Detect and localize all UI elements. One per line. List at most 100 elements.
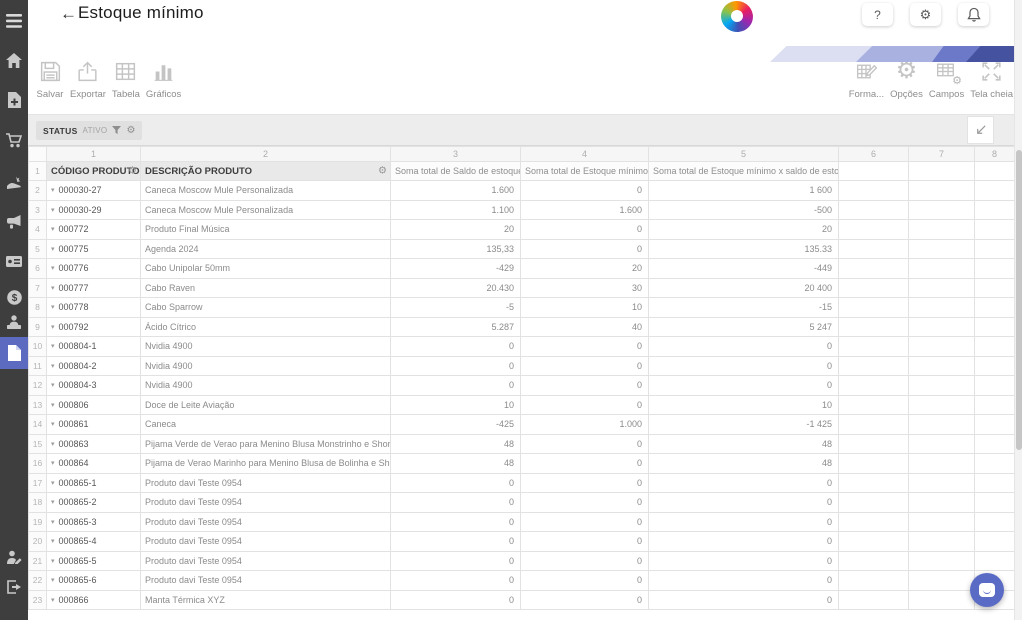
dropdown-icon[interactable]: ▾	[51, 558, 55, 565]
empty-cell[interactable]	[974, 316, 1014, 337]
min-stock-cell[interactable]: 1.000	[520, 414, 649, 435]
empty-cell[interactable]	[908, 550, 975, 571]
column-number[interactable]: 6	[838, 146, 909, 162]
empty-cell[interactable]	[838, 238, 909, 259]
stock-balance-cell[interactable]: 48	[390, 433, 521, 454]
product-description-cell[interactable]: Nvidia 4900	[140, 375, 391, 396]
row-number[interactable]: 2	[28, 180, 47, 201]
sidebar-item-new-document[interactable]	[0, 92, 28, 108]
dropdown-icon[interactable]: ▾	[51, 285, 55, 292]
dropdown-icon[interactable]: ▾	[51, 226, 55, 233]
dropdown-icon[interactable]: ▾	[51, 480, 55, 487]
dropdown-icon[interactable]: ▾	[51, 499, 55, 506]
product-description-cell[interactable]: Nvidia 4900	[140, 355, 391, 376]
min-stock-cell[interactable]: 10	[520, 297, 649, 318]
min-stock-cell[interactable]: 0	[520, 180, 649, 201]
sidebar-item-support[interactable]	[0, 549, 28, 565]
dropdown-icon[interactable]: ▾	[51, 441, 55, 448]
dropdown-icon[interactable]: ▾	[51, 187, 55, 194]
product-description-cell[interactable]: Ácido Cítrico	[140, 316, 391, 337]
empty-cell[interactable]	[838, 433, 909, 454]
row-number[interactable]: 1	[28, 161, 47, 181]
min-stock-cell[interactable]: 20	[520, 258, 649, 279]
sidebar-item-purchases[interactable]	[0, 132, 28, 148]
min-stock-cell[interactable]: 0	[520, 355, 649, 376]
export-button[interactable]: Exportar	[67, 56, 109, 100]
formatting-button[interactable]: Forma...	[846, 56, 887, 100]
dropdown-icon[interactable]: ▾	[51, 207, 55, 214]
collapse-button[interactable]	[967, 116, 994, 144]
stock-balance-cell[interactable]: 5.287	[390, 316, 521, 337]
empty-cell[interactable]	[838, 492, 909, 513]
min-stock-cell[interactable]: 0	[520, 589, 649, 610]
product-description-cell[interactable]: Caneca	[140, 414, 391, 435]
min-vs-balance-cell[interactable]: 0	[648, 550, 839, 571]
empty-cell[interactable]	[908, 589, 975, 610]
column-number[interactable]: 4	[520, 146, 649, 162]
product-description-cell[interactable]: Produto davi Teste 0954	[140, 550, 391, 571]
col-header-codigo-produto[interactable]: CÓDIGO PRODUTO ⚙	[46, 161, 141, 181]
empty-cell[interactable]	[974, 531, 1014, 552]
empty-cell[interactable]	[838, 316, 909, 337]
options-button[interactable]: ⚙ Opções	[887, 56, 926, 101]
product-description-cell[interactable]: Manta Térmica XYZ	[140, 589, 391, 610]
empty-cell[interactable]	[838, 375, 909, 396]
min-vs-balance-cell[interactable]: 0	[648, 355, 839, 376]
min-stock-cell[interactable]: 0	[520, 394, 649, 415]
sidebar-item-menu[interactable]	[0, 13, 28, 29]
empty-cell[interactable]	[908, 414, 975, 435]
save-button[interactable]: Salvar	[33, 56, 67, 100]
min-stock-cell[interactable]: 0	[520, 492, 649, 513]
notifications-button[interactable]	[958, 3, 989, 26]
empty-cell[interactable]	[908, 316, 975, 337]
product-code-cell[interactable]: ▾ 000804-1	[46, 336, 141, 357]
sidebar-item-marketing[interactable]	[0, 214, 28, 230]
row-number[interactable]: 7	[28, 277, 47, 298]
empty-cell[interactable]	[838, 472, 909, 493]
min-vs-balance-cell[interactable]: 5 247	[648, 316, 839, 337]
product-description-cell[interactable]: Pijama de Verao Marinho para Menino Blus…	[140, 453, 391, 474]
empty-cell[interactable]	[974, 355, 1014, 376]
sidebar-item-billing[interactable]: $	[0, 289, 28, 305]
product-description-cell[interactable]: Produto davi Teste 0954	[140, 511, 391, 532]
gear-icon[interactable]: ⚙	[128, 166, 137, 177]
empty-cell[interactable]	[838, 180, 909, 201]
empty-cell[interactable]	[908, 355, 975, 376]
empty-cell[interactable]	[908, 492, 975, 513]
min-vs-balance-cell[interactable]: 48	[648, 453, 839, 474]
empty-cell[interactable]	[838, 550, 909, 571]
fullscreen-button[interactable]: Tela cheia	[967, 56, 1016, 100]
empty-cell[interactable]	[908, 453, 975, 474]
empty-cell[interactable]	[908, 277, 975, 298]
empty-cell[interactable]	[974, 219, 1014, 240]
sidebar-item-reports[interactable]	[0, 337, 28, 369]
product-description-cell[interactable]: Caneca Moscow Mule Personalizada	[140, 199, 391, 220]
min-vs-balance-cell[interactable]: 0	[648, 511, 839, 532]
empty-cell[interactable]	[974, 180, 1014, 201]
product-description-cell[interactable]: Nvidia 4900	[140, 336, 391, 357]
row-number[interactable]: 14	[28, 414, 47, 435]
empty-cell[interactable]	[974, 238, 1014, 259]
sidebar-item-contacts[interactable]	[0, 314, 28, 330]
empty-cell[interactable]	[838, 161, 909, 181]
dropdown-icon[interactable]: ▾	[51, 382, 55, 389]
empty-cell[interactable]	[838, 453, 909, 474]
min-stock-cell[interactable]: 0	[520, 570, 649, 591]
empty-cell[interactable]	[838, 511, 909, 532]
stock-balance-cell[interactable]: 0	[390, 570, 521, 591]
product-description-cell[interactable]: Produto davi Teste 0954	[140, 531, 391, 552]
product-code-cell[interactable]: ▾ 000866	[46, 589, 141, 610]
empty-cell[interactable]	[838, 394, 909, 415]
help-button[interactable]: ?	[862, 3, 893, 26]
stock-balance-cell[interactable]: 20.430	[390, 277, 521, 298]
min-stock-cell[interactable]: 0	[520, 433, 649, 454]
product-code-cell[interactable]: ▾ 000777	[46, 277, 141, 298]
stock-balance-cell[interactable]: 1.100	[390, 199, 521, 220]
col-header-saldo-estoque[interactable]: Soma total de Saldo de estoque	[390, 161, 521, 181]
charts-button[interactable]: Gráficos	[143, 56, 184, 100]
dropdown-icon[interactable]: ▾	[51, 324, 55, 331]
min-vs-balance-cell[interactable]: 20	[648, 219, 839, 240]
empty-cell[interactable]	[974, 258, 1014, 279]
stock-balance-cell[interactable]: -5	[390, 297, 521, 318]
column-number[interactable]: 8	[974, 146, 1014, 162]
